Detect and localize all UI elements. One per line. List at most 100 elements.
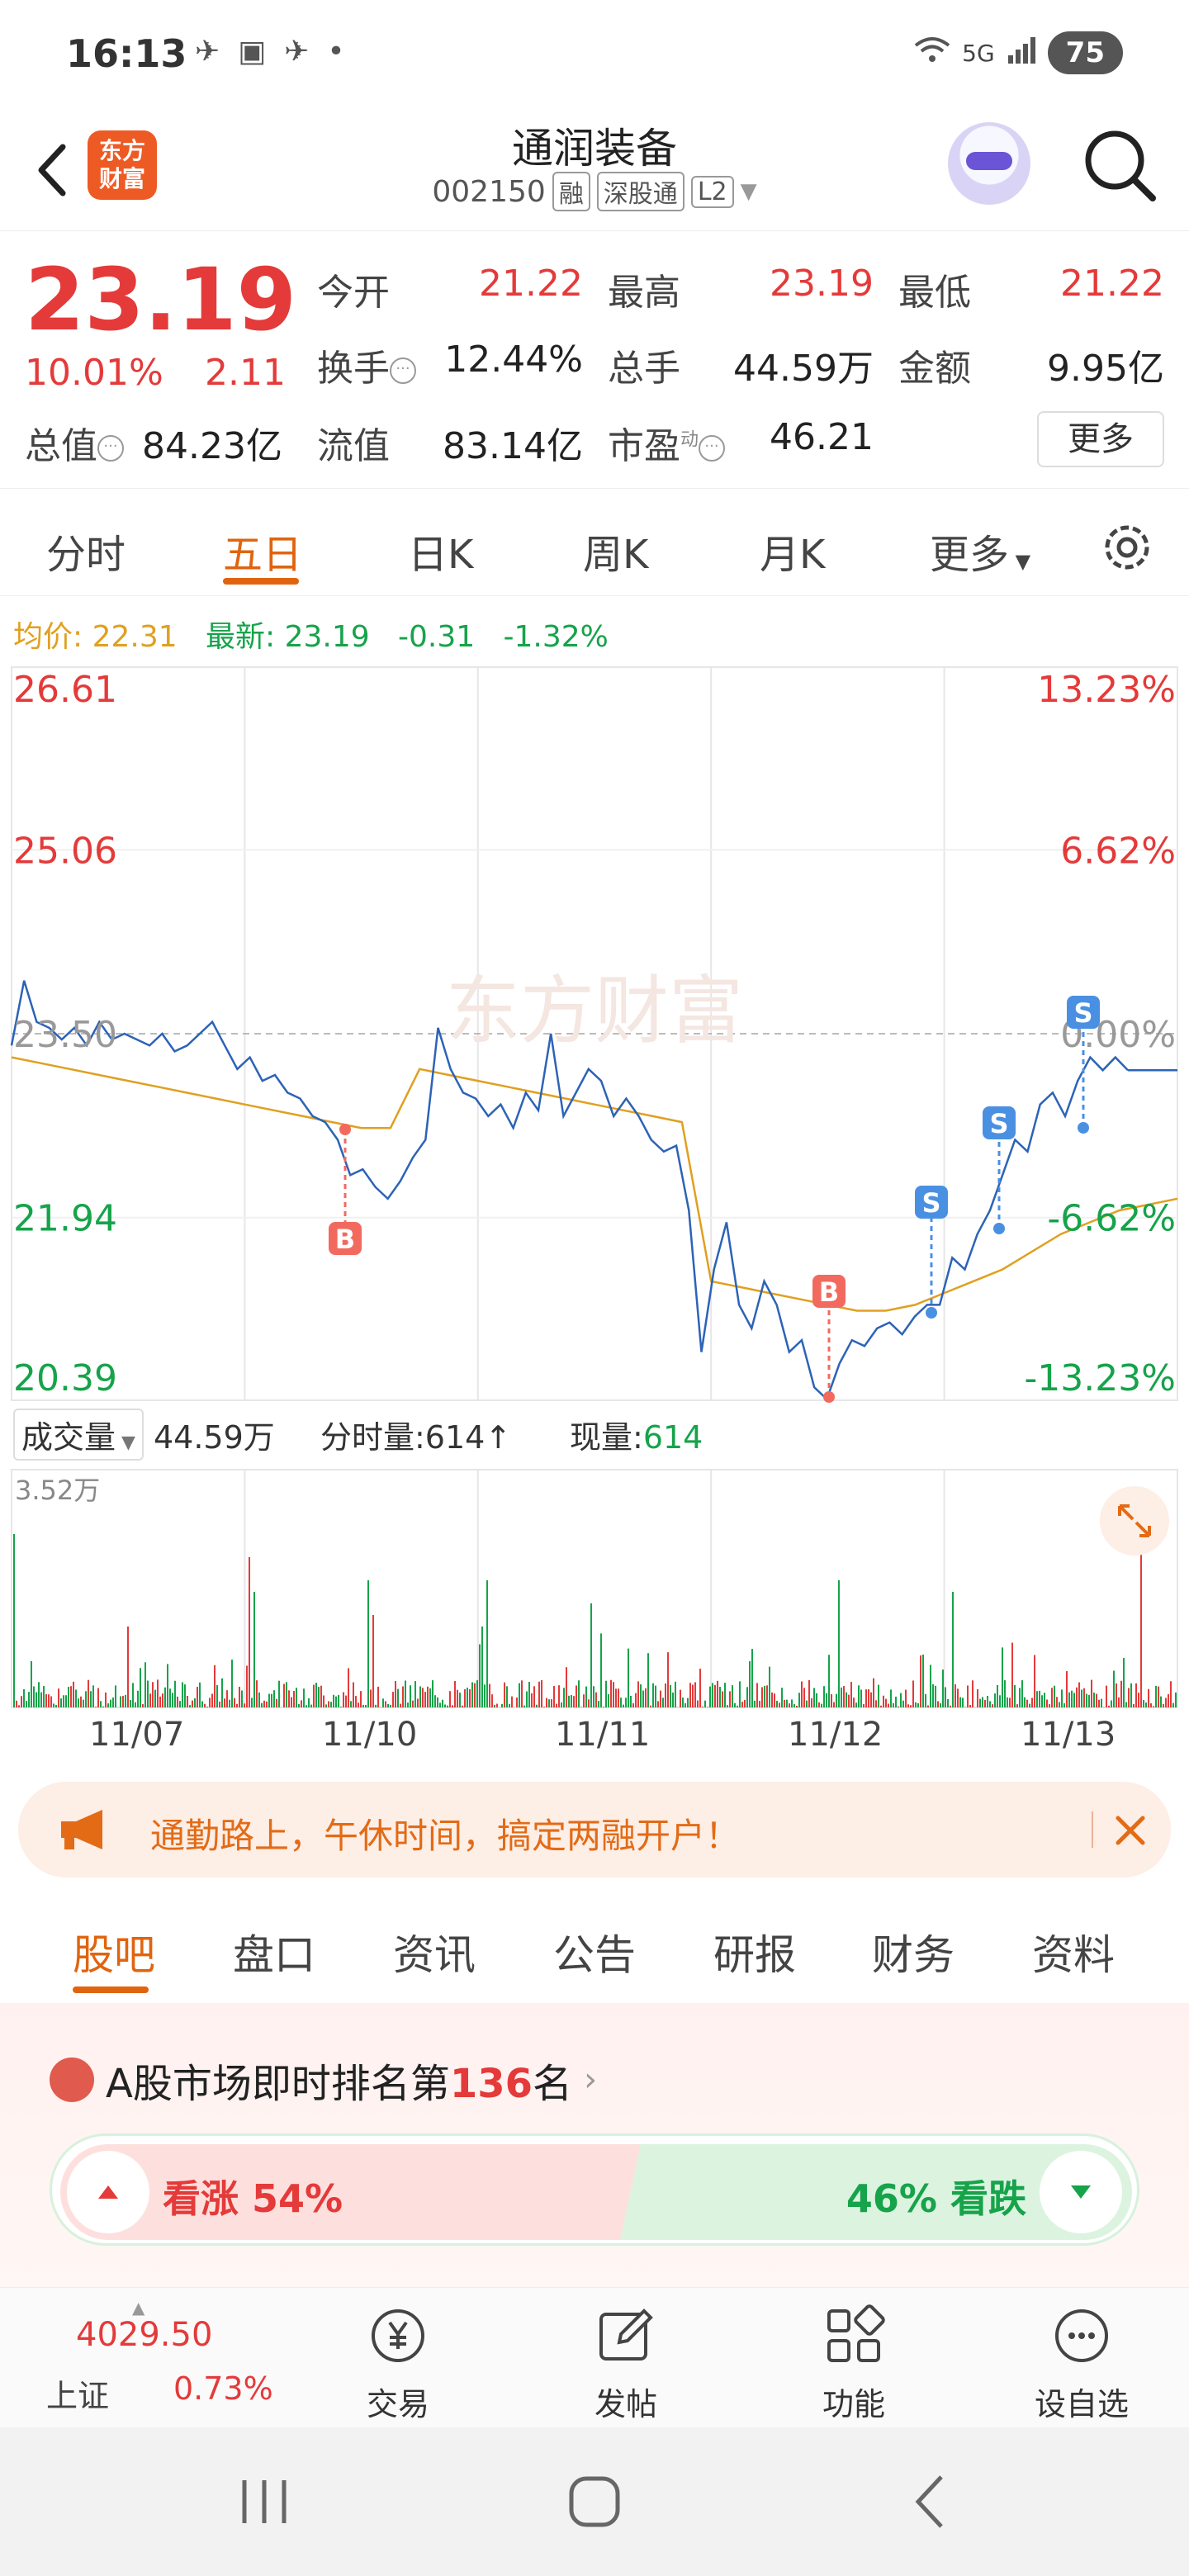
- volume-bar: [846, 1692, 847, 1707]
- bear-vote-button[interactable]: [1040, 2151, 1122, 2233]
- info-tabs: 股吧 盘口 资讯 公告 研报 财务 资料: [0, 1896, 1189, 2003]
- volume-bar: [372, 1615, 374, 1707]
- y-tick-left: 21.94: [13, 1198, 117, 1240]
- market-rank-row[interactable]: A股市场即时排名第136名 ›: [50, 2051, 597, 2109]
- tab-announcements[interactable]: 公告: [553, 1922, 636, 1982]
- y-tick-left: 20.39: [13, 1357, 117, 1399]
- five-day-chart[interactable]: 东方财富26.61 13.23%25.06 6.62%23.50 0.00%21.94…: [0, 661, 1189, 1717]
- volume-bar: [1054, 1685, 1055, 1707]
- volume-bar: [427, 1686, 429, 1707]
- marker-label: B: [819, 1276, 839, 1308]
- volume-bar: [276, 1698, 277, 1707]
- volume-bar: [481, 1627, 483, 1707]
- volume-bar: [140, 1668, 141, 1707]
- volume-bar: [595, 1692, 597, 1707]
- volume-bar: [798, 1693, 800, 1707]
- volume-bar: [504, 1682, 505, 1707]
- volume-bar: [940, 1703, 941, 1707]
- tab-more[interactable]: 更多 ▼: [930, 522, 1030, 580]
- volume-bar: [744, 1699, 746, 1707]
- tab-monthly-k[interactable]: 月K: [760, 522, 825, 580]
- tab-news[interactable]: 资讯: [393, 1922, 476, 1982]
- recent-apps-button[interactable]: [231, 2469, 297, 2535]
- tab-forum[interactable]: 股吧: [73, 1922, 155, 1982]
- promo-banner[interactable]: 通勤路上，午休时间，搞定两融开户！: [18, 1782, 1171, 1878]
- volume-bar: [360, 1691, 362, 1707]
- volume-bar: [640, 1684, 642, 1707]
- tab-daily-k[interactable]: 日K: [408, 522, 473, 580]
- volume-bar: [905, 1689, 907, 1707]
- volume-bar: [548, 1699, 550, 1707]
- chart-settings-button[interactable]: [1098, 519, 1156, 576]
- banner-close-button[interactable]: [1101, 1802, 1159, 1859]
- volume-bar: [977, 1688, 978, 1707]
- nav-post[interactable]: 发帖: [568, 2303, 684, 2427]
- volume-bar: [796, 1705, 798, 1707]
- volume-bar: [60, 1698, 62, 1707]
- tab-weekly-k[interactable]: 周K: [583, 522, 648, 580]
- banner-divider: [1092, 1811, 1093, 1848]
- nav-trade[interactable]: 交易: [340, 2303, 456, 2427]
- volume-bar: [741, 1702, 743, 1707]
- more-quote-button[interactable]: 更多: [1037, 411, 1164, 467]
- volume-bar: [204, 1703, 206, 1707]
- volume-bar: [761, 1687, 763, 1707]
- marker-dot: [1078, 1122, 1089, 1134]
- bullish-label: 看涨 54%: [163, 2176, 343, 2221]
- volume-indicator-select[interactable]: 成交量 ▼: [13, 1409, 144, 1461]
- volume-bar: [576, 1685, 577, 1707]
- volume-bar: [878, 1684, 879, 1707]
- volume-bar: [1118, 1697, 1120, 1707]
- volume-bar: [774, 1693, 775, 1707]
- volume-bar: [1148, 1688, 1149, 1707]
- tab-financials[interactable]: 财务: [872, 1922, 955, 1982]
- nav-functions[interactable]: 功能: [796, 2303, 912, 2427]
- volume-bar: [256, 1680, 258, 1707]
- tab-intraday[interactable]: 分时: [46, 522, 126, 580]
- bullish-segment[interactable]: [60, 2144, 655, 2240]
- home-button[interactable]: [561, 2469, 628, 2535]
- volume-bar: [623, 1704, 624, 1707]
- tab-research[interactable]: 研报: [713, 1922, 796, 1982]
- volume-bar: [107, 1703, 109, 1707]
- volume-bar: [177, 1696, 178, 1707]
- volume-bar: [806, 1700, 808, 1707]
- volume-max-label: 3.52万: [15, 1475, 100, 1506]
- volume-bar: [724, 1683, 726, 1707]
- volume-bar: [754, 1700, 756, 1707]
- nav-watchlist[interactable]: 设自选: [1024, 2303, 1139, 2427]
- tab-profile[interactable]: 资料: [1032, 1922, 1115, 1982]
- volume-bar: [40, 1692, 42, 1707]
- volume-bar: [73, 1681, 74, 1707]
- tab-orderbook[interactable]: 盘口: [233, 1922, 315, 1982]
- volume-bar: [219, 1701, 220, 1707]
- search-button[interactable]: [1078, 124, 1161, 206]
- caret-up-icon: ▲: [132, 2298, 145, 2318]
- volume-bar: [149, 1693, 151, 1707]
- volume-bar: [989, 1701, 991, 1707]
- volume-bar: [660, 1690, 661, 1707]
- volume-bar: [1073, 1693, 1075, 1707]
- volume-bar: [769, 1666, 770, 1707]
- tab-five-day[interactable]: 五日: [223, 522, 302, 580]
- volume-bar: [645, 1688, 647, 1707]
- volume-bar: [298, 1703, 300, 1707]
- volume-bar: [1116, 1683, 1117, 1707]
- assistant-robot-icon[interactable]: [948, 122, 1030, 205]
- volume-bar: [417, 1698, 419, 1707]
- pe-label: 市盈动 ···: [608, 416, 726, 469]
- volume-bar: [1130, 1683, 1132, 1707]
- send-icon-2: ✈: [284, 35, 310, 69]
- volume-bar: [915, 1702, 917, 1707]
- volume-bar: [348, 1668, 349, 1707]
- volume-bar: [932, 1683, 934, 1707]
- volume-bar: [685, 1702, 686, 1707]
- back-nav-button[interactable]: [897, 2469, 963, 2535]
- expand-chart-button[interactable]: [1100, 1486, 1169, 1556]
- volume-bar: [471, 1682, 473, 1707]
- volume-bar: [1026, 1699, 1028, 1707]
- volume-bar: [130, 1699, 131, 1707]
- volume-bar: [479, 1644, 481, 1707]
- volume-bar: [273, 1690, 275, 1707]
- bull-vote-button[interactable]: [67, 2151, 149, 2233]
